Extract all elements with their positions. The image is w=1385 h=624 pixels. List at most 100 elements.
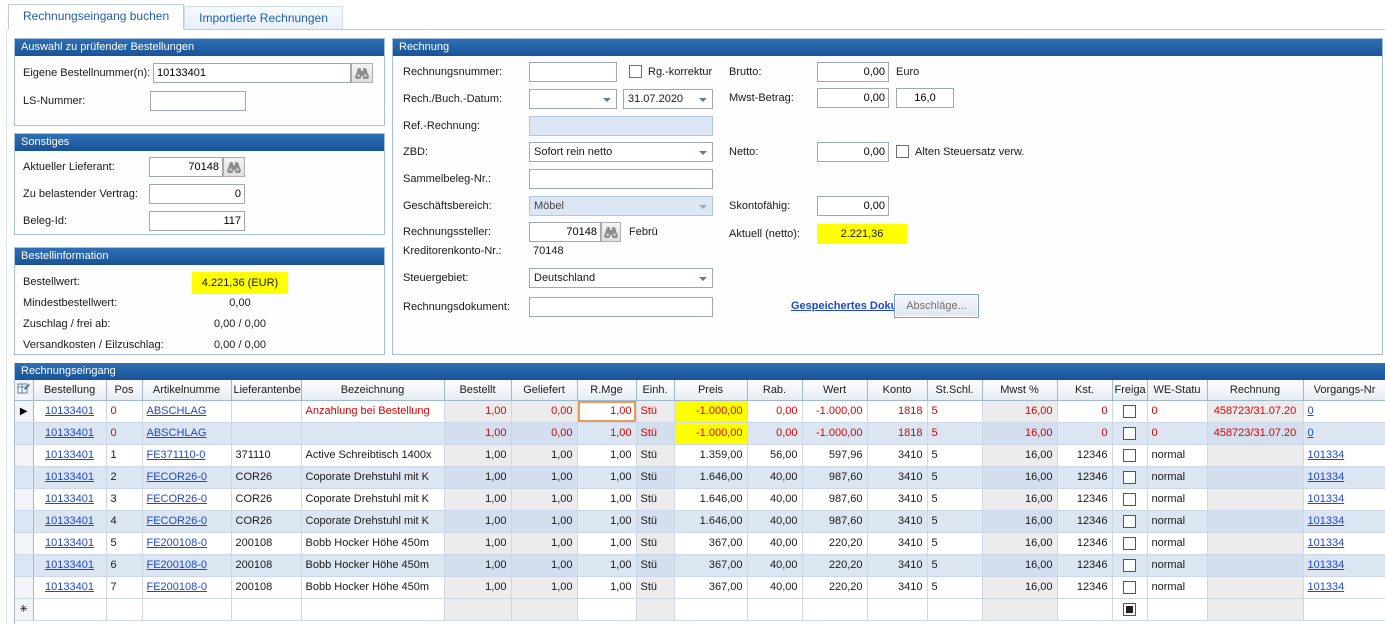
cell-bestellung[interactable] xyxy=(33,598,106,620)
cell-geliefert[interactable]: 1,00 xyxy=(511,532,577,554)
cell-lieferant[interactable] xyxy=(231,400,301,422)
cell-westatus[interactable]: 0 xyxy=(1147,422,1207,444)
cell-stschl[interactable]: 5 xyxy=(927,532,982,554)
bestellung-link[interactable]: 10133401 xyxy=(45,515,94,527)
cell-lieferant[interactable]: COR26 xyxy=(231,466,301,488)
cell-vorgang[interactable] xyxy=(1303,598,1385,620)
cell-preis[interactable]: -1.000,00 xyxy=(674,400,747,422)
cell-bezeichnung[interactable] xyxy=(301,422,444,444)
freigabe-checkbox[interactable] xyxy=(1123,537,1136,550)
cell-einh[interactable]: Stü xyxy=(636,422,674,444)
alter-steuersatz-checkbox[interactable] xyxy=(896,145,909,158)
cell-geliefert[interactable]: 1,00 xyxy=(511,466,577,488)
cell-einh[interactable]: Stü xyxy=(636,444,674,466)
artikel-link[interactable]: FECOR26-0 xyxy=(147,471,208,483)
cell-bestellt[interactable]: 1,00 xyxy=(444,422,511,444)
cell-einh[interactable]: Stü xyxy=(636,532,674,554)
cell-westatus[interactable]: normal xyxy=(1147,488,1207,510)
row-selector[interactable]: ✳ xyxy=(15,598,33,620)
cell-westatus[interactable]: normal xyxy=(1147,532,1207,554)
row-selector[interactable]: ▶ xyxy=(15,400,33,422)
cell-rmge[interactable]: 1,00 xyxy=(577,576,636,598)
row-selector[interactable] xyxy=(15,466,33,488)
cell-bezeichnung[interactable] xyxy=(301,598,444,620)
column-header-lieferant[interactable]: Lieferantenbe xyxy=(231,380,301,400)
cell-freiga[interactable] xyxy=(1112,400,1147,422)
cell-rmge[interactable]: 1,00 xyxy=(577,554,636,576)
cell-mwst[interactable]: 16,00 xyxy=(982,466,1057,488)
cell-freiga[interactable] xyxy=(1112,488,1147,510)
bestellung-link[interactable]: 10133401 xyxy=(45,405,94,417)
cell-konto[interactable]: 1818 xyxy=(867,422,927,444)
artikel-link[interactable]: FE200108-0 xyxy=(147,581,208,593)
column-header-kst[interactable]: Kst. xyxy=(1057,380,1112,400)
cell-artikel[interactable]: FECOR26-0 xyxy=(142,466,231,488)
cell-bezeichnung[interactable]: Coporate Drehstuhl mit K xyxy=(301,466,444,488)
cell-vorgang[interactable]: 101334 xyxy=(1303,576,1385,598)
column-header-freiga[interactable]: Freiga xyxy=(1112,380,1147,400)
cell-geliefert[interactable]: 1,00 xyxy=(511,576,577,598)
cell-bestellung[interactable]: 10133401 xyxy=(33,444,106,466)
cell-einh[interactable]: Stü xyxy=(636,400,674,422)
cell-rmge[interactable]: 1,00 xyxy=(577,444,636,466)
row-selector[interactable] xyxy=(15,510,33,532)
cell-wert[interactable]: -1.000,00 xyxy=(802,400,867,422)
cell-kst[interactable]: 12346 xyxy=(1057,444,1112,466)
cell-rab[interactable] xyxy=(747,598,802,620)
freigabe-checkbox[interactable] xyxy=(1123,493,1136,506)
column-header-rmge[interactable]: R.Mge xyxy=(577,380,636,400)
cell-mwst[interactable]: 16,00 xyxy=(982,510,1057,532)
cell-rmge[interactable]: 1,00 xyxy=(577,532,636,554)
cell-rechnung[interactable] xyxy=(1207,466,1303,488)
column-header-bestellt[interactable]: Bestellt xyxy=(444,380,511,400)
cell-kst[interactable]: 12346 xyxy=(1057,488,1112,510)
cell-freiga[interactable] xyxy=(1112,554,1147,576)
row-selector[interactable] xyxy=(15,532,33,554)
artikel-link[interactable]: FE371110-0 xyxy=(147,449,206,461)
cell-geliefert[interactable]: 0,00 xyxy=(511,422,577,444)
artikel-link[interactable]: ABSCHLAG xyxy=(147,405,207,417)
cell-preis[interactable]: 1.646,00 xyxy=(674,510,747,532)
vorgang-link[interactable]: 101334 xyxy=(1308,471,1345,483)
cell-artikel[interactable]: FECOR26-0 xyxy=(142,510,231,532)
cell-bestellt[interactable]: 1,00 xyxy=(444,444,511,466)
cell-vorgang[interactable]: 101334 xyxy=(1303,488,1385,510)
cell-rmge[interactable]: 1,00 xyxy=(577,422,636,444)
cell-lieferant[interactable]: 200108 xyxy=(231,576,301,598)
bestellung-link[interactable]: 10133401 xyxy=(45,537,94,549)
cell-geliefert[interactable]: 1,00 xyxy=(511,488,577,510)
freigabe-checkbox[interactable] xyxy=(1123,581,1136,594)
vorgang-link[interactable]: 101334 xyxy=(1308,493,1345,505)
bestellung-link[interactable]: 10133401 xyxy=(45,559,94,571)
cell-kst[interactable]: 12346 xyxy=(1057,466,1112,488)
beleg-id-input[interactable] xyxy=(149,211,245,231)
cell-bestellung[interactable]: 10133401 xyxy=(33,488,106,510)
cell-bestellung[interactable]: 10133401 xyxy=(33,576,106,598)
bestellung-link[interactable]: 10133401 xyxy=(45,493,94,505)
cell-preis[interactable]: 1.646,00 xyxy=(674,466,747,488)
cell-geliefert[interactable]: 1,00 xyxy=(511,510,577,532)
cell-vorgang[interactable]: 101334 xyxy=(1303,532,1385,554)
column-header-westatus[interactable]: WE-Statu xyxy=(1147,380,1207,400)
cell-stschl[interactable]: 5 xyxy=(927,422,982,444)
cell-bestellung[interactable]: 10133401 xyxy=(33,466,106,488)
cell-bestellung[interactable]: 10133401 xyxy=(33,532,106,554)
row-selector[interactable] xyxy=(15,488,33,510)
row-selector[interactable] xyxy=(15,422,33,444)
cell-wert[interactable]: 220,20 xyxy=(802,576,867,598)
artikel-link[interactable]: FECOR26-0 xyxy=(147,493,208,505)
cell-bestellt[interactable]: 1,00 xyxy=(444,466,511,488)
bestellung-link[interactable]: 10133401 xyxy=(45,427,94,439)
column-header-stschl[interactable]: St.Schl. xyxy=(927,380,982,400)
cell-einh[interactable]: Stü xyxy=(636,554,674,576)
cell-artikel[interactable]: FE200108-0 xyxy=(142,532,231,554)
zbd-combo[interactable]: Sofort rein netto xyxy=(529,142,713,162)
buchungsdatum-combo[interactable]: 31.07.2020 xyxy=(623,89,713,109)
cell-vorgang[interactable]: 101334 xyxy=(1303,466,1385,488)
cell-lieferant[interactable] xyxy=(231,422,301,444)
column-header-rab[interactable]: Rab. xyxy=(747,380,802,400)
cell-westatus[interactable]: normal xyxy=(1147,554,1207,576)
cell-rab[interactable]: 56,00 xyxy=(747,444,802,466)
row-selector[interactable] xyxy=(15,444,33,466)
column-header-vorgang[interactable]: Vorgangs-Nr xyxy=(1303,380,1385,400)
